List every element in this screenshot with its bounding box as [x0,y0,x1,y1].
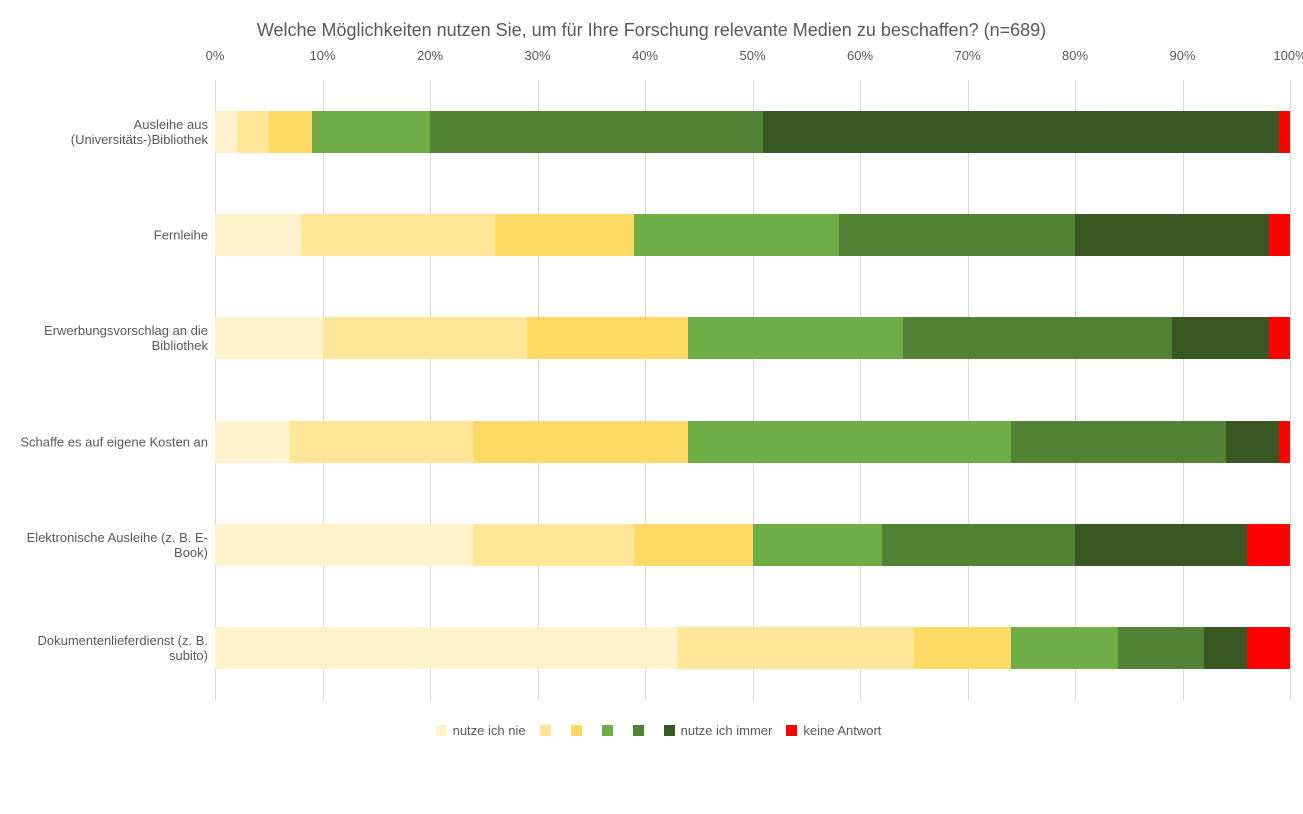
category-label: Erwerbungsvorschlag an die Bibliothek [8,323,208,353]
bar-segment [215,524,473,566]
bar-segment [763,111,1279,153]
stacked-bar [215,524,1290,566]
stacked-bar [215,421,1290,463]
bar-segment [634,524,752,566]
legend-swatch [602,725,613,736]
legend-swatch [436,725,447,736]
legend-swatch [571,725,582,736]
bar-segment [312,111,430,153]
category-label: Elektronische Ausleihe (z. B. E-Book) [8,530,208,560]
x-tick-label: 40% [632,48,658,63]
bar-segment [215,214,301,256]
bar-segment [1279,111,1290,153]
bar-segment [215,627,677,669]
bar-segment [1204,627,1247,669]
stacked-bar [215,111,1290,153]
bar-segment [1011,627,1119,669]
x-tick-label: 50% [739,48,765,63]
legend-swatch [540,725,551,736]
legend-label: keine Antwort [803,723,881,738]
bar-segment [1011,421,1226,463]
bar-segment [1247,524,1290,566]
x-axis-labels: 0%10%20%30%40%50%60%70%80%90%100% [215,48,1290,68]
legend-swatch [633,725,644,736]
gridline [753,80,754,700]
x-tick-label: 20% [417,48,443,63]
bar-segment [473,524,634,566]
bar-segment [269,111,312,153]
bar-segment [688,317,903,359]
gridline [645,80,646,700]
bar-segment [753,524,882,566]
gridline [430,80,431,700]
x-tick-label: 100% [1273,48,1303,63]
bar-segment [914,627,1011,669]
legend: nutze ich nie nutze ich immer keine Antwor… [0,722,1303,738]
bar-segment [323,317,527,359]
category-label: Fernleihe [8,228,208,243]
bar-segment [1172,317,1269,359]
gridline [1075,80,1076,700]
bar-segment [1226,421,1280,463]
chart-title: Welche Möglichkeiten nutzen Sie, um für … [0,20,1303,41]
bar-segment [495,214,635,256]
category-label: Ausleihe aus (Universitäts-)Bibliothek [8,117,208,147]
legend-swatch [786,725,797,736]
plot-area [215,80,1290,700]
gridline [968,80,969,700]
bar-segment [290,421,473,463]
bar-segment [634,214,838,256]
category-label: Schaffe es auf eigene Kosten an [8,434,208,449]
bar-segment [1118,627,1204,669]
x-tick-label: 30% [524,48,550,63]
stacked-bar-chart: Welche Möglichkeiten nutzen Sie, um für … [0,0,1303,814]
stacked-bar [215,317,1290,359]
bar-segment [839,214,1076,256]
x-tick-label: 10% [309,48,335,63]
bar-segment [527,317,688,359]
bar-segment [903,317,1172,359]
x-tick-label: 60% [847,48,873,63]
x-tick-label: 0% [206,48,225,63]
legend-swatch [664,725,675,736]
bar-segment [473,421,688,463]
bar-segment [1075,214,1269,256]
bar-segment [430,111,763,153]
bar-segment [1279,421,1290,463]
bar-segment [301,214,495,256]
category-label: Dokumentenlieferdienst (z. B. subito) [8,633,208,663]
x-tick-label: 90% [1169,48,1195,63]
bar-segment [215,421,290,463]
gridline [323,80,324,700]
bar-segment [882,524,1076,566]
gridline [215,80,216,700]
bar-segment [688,421,1011,463]
legend-label: nutze ich nie [453,723,526,738]
x-tick-label: 70% [954,48,980,63]
bar-segment [677,627,914,669]
bar-segment [1269,317,1291,359]
gridline [860,80,861,700]
bar-segment [1075,524,1247,566]
bar-segment [1247,627,1290,669]
bar-segment [1269,214,1291,256]
gridline [1290,80,1291,700]
x-tick-label: 80% [1062,48,1088,63]
stacked-bar [215,627,1290,669]
gridline [538,80,539,700]
gridline [1183,80,1184,700]
bar-segment [215,317,323,359]
legend-label: nutze ich immer [681,723,773,738]
bar-segment [215,111,237,153]
bar-segment [237,111,269,153]
stacked-bar [215,214,1290,256]
